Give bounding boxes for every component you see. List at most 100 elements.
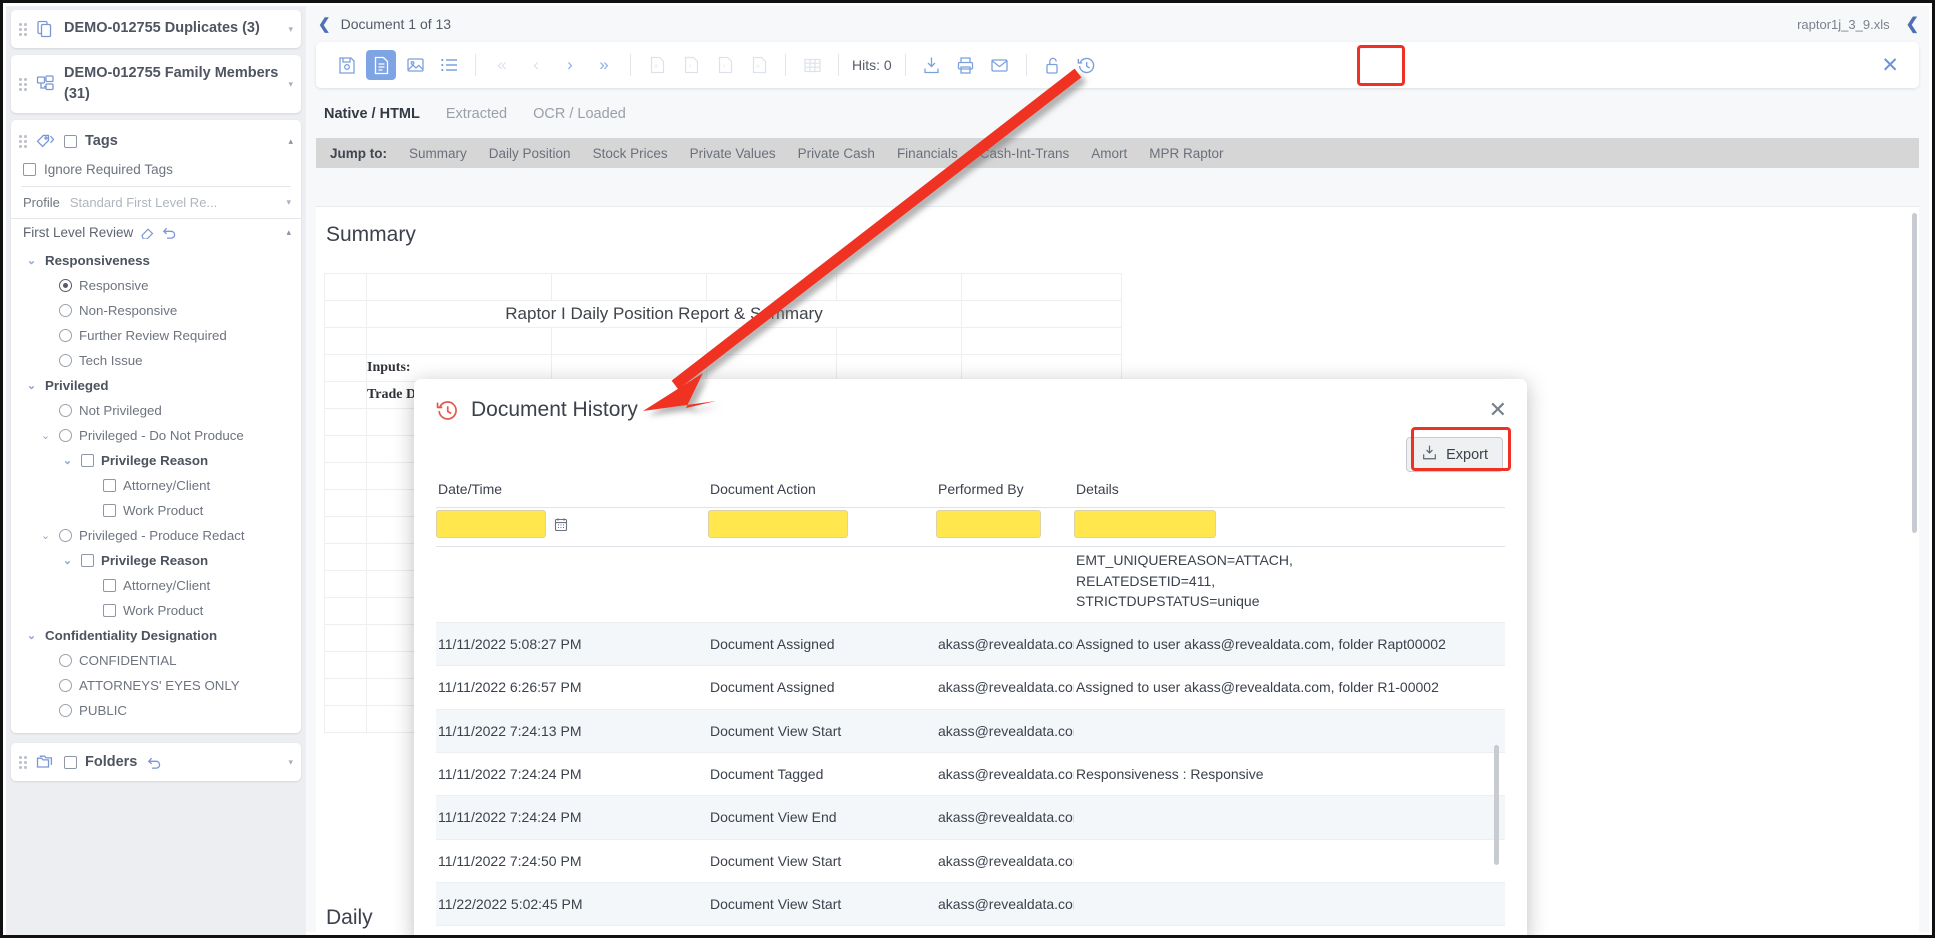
collapse-right-panel-icon[interactable]: ❮ [1906,14,1929,34]
history-row[interactable]: 11/11/2022 7:24:24 PMDocument Taggedakas… [436,753,1505,796]
tag-tree-item[interactable]: ⌄Privileged - Do Not Produce [17,423,295,448]
tag-tree-item[interactable]: ·ATTORNEYS' EYES ONLY [17,673,295,698]
history-scrollbar[interactable] [1494,745,1499,865]
back-chevron-icon[interactable]: ❮ [318,15,331,33]
jump-link-stock-prices[interactable]: Stock Prices [593,146,668,161]
tag-radio[interactable] [59,704,72,717]
tags-checkbox[interactable] [64,135,77,148]
chevron-down-icon[interactable]: ⌄ [25,629,38,642]
history-row[interactable]: 11/11/2022 7:24:24 PMDocument View Endak… [436,796,1505,839]
chevron-up-icon[interactable]: ▴ [277,227,291,238]
chevron-down-icon[interactable]: ⌄ [61,454,74,467]
jump-link-amort[interactable]: Amort [1091,146,1127,161]
history-row[interactable]: 11/11/2022 6:26:57 PMDocument Assignedak… [436,666,1505,709]
tag-tree-item[interactable]: ·Responsive [17,273,295,298]
tab-native-html[interactable]: Native / HTML [324,106,420,122]
next-page-button[interactable]: › [710,50,740,80]
history-icon[interactable] [1072,50,1102,80]
tag-tree-item[interactable]: ⌄Privileged - Produce Redact [17,523,295,548]
close-icon[interactable]: ✕ [1489,397,1507,423]
first-page-button[interactable]: « [642,50,672,80]
chevron-down-icon[interactable]: ▾ [279,757,293,768]
ignore-required-tags-row[interactable]: Ignore Required Tags [11,158,301,186]
filter-performed-by-input[interactable] [936,510,1041,538]
eraser-icon[interactable] [140,226,155,239]
tag-checkbox[interactable] [103,604,116,617]
jump-link-summary[interactable]: Summary [409,146,467,161]
save-document-icon[interactable] [332,50,362,80]
profile-row[interactable]: Profile Standard First Level Re... ▾ [11,187,301,218]
email-icon[interactable] [985,50,1015,80]
download-icon[interactable] [917,50,947,80]
jump-link-private-values[interactable]: Private Values [690,146,776,161]
tag-tree-item[interactable]: ·Work Product [17,598,295,623]
column-header-date-time[interactable]: Date/Time [436,475,708,503]
jump-link-cash-int-trans[interactable]: Cash-Int-Trans [980,146,1070,161]
last-page-button[interactable]: » [744,50,774,80]
tag-tree-item[interactable]: ·Attorney/Client [17,573,295,598]
tag-tree-item[interactable]: ⌄Privileged [17,373,295,398]
history-row[interactable]: EMT_ISUNIQUE=true,EMT_UNIQUEREASON=ATTAC… [436,553,1505,623]
previous-document-button[interactable]: ‹ [521,50,551,80]
tag-radio[interactable] [59,404,72,417]
folders-checkbox[interactable] [64,756,77,769]
tag-checkbox[interactable] [103,479,116,492]
tag-tree-item[interactable]: ·Non-Responsive [17,298,295,323]
tag-radio[interactable] [59,429,72,442]
panel-duplicates[interactable]: DEMO-012755 Duplicates (3) ▾ [11,10,301,48]
tag-tree-item[interactable]: ·Tech Issue [17,348,295,373]
history-row[interactable]: 11/11/2022 7:24:13 PMDocument View Start… [436,710,1505,753]
column-header-performed-by[interactable]: Performed By [936,475,1074,503]
chevron-down-icon[interactable]: ⌄ [61,554,74,567]
previous-page-button[interactable]: ‹ [676,50,706,80]
chevron-down-icon[interactable]: ▾ [279,79,293,90]
tag-checkbox[interactable] [81,454,94,467]
tag-tree-item[interactable]: ·Further Review Required [17,323,295,348]
drag-handle-icon[interactable] [19,134,29,148]
undo-icon[interactable] [147,756,162,769]
undo-icon[interactable] [162,226,177,239]
jump-link-mpr-raptor[interactable]: MPR Raptor [1149,146,1223,161]
tag-tree-item[interactable]: ·Not Privileged [17,398,295,423]
chevron-down-icon[interactable]: ⌄ [25,254,38,267]
document-scrollbar[interactable] [1912,213,1917,533]
profile-value[interactable]: Standard First Level Re... [70,195,267,210]
tag-radio[interactable] [59,304,72,317]
tag-radio[interactable] [59,354,72,367]
chevron-down-icon[interactable]: ⌄ [39,529,52,542]
tag-radio[interactable] [59,654,72,667]
list-view-icon[interactable] [434,50,464,80]
panel-folders[interactable]: Folders ▾ [11,743,301,781]
ignore-required-tags-checkbox[interactable] [23,163,36,176]
tag-radio[interactable] [59,529,72,542]
filter-document-action-input[interactable] [708,510,848,538]
history-row[interactable]: 11/11/2022 5:08:27 PMDocument Assignedak… [436,623,1505,666]
export-button[interactable]: Export [1406,437,1503,472]
image-view-icon[interactable] [400,50,430,80]
panel-family-members[interactable]: DEMO-012755 Family Members (31) ▾ [11,55,301,113]
drag-handle-icon[interactable] [19,77,29,91]
print-icon[interactable] [951,50,981,80]
drag-handle-icon[interactable] [19,22,29,36]
tag-tree-item[interactable]: ⌄Privilege Reason [17,548,295,573]
tab-ocr-loaded[interactable]: OCR / Loaded [533,106,626,122]
tag-tree-item[interactable]: ·Work Product [17,498,295,523]
last-document-button[interactable]: » [589,50,619,80]
tag-tree-item[interactable]: ·PUBLIC [17,698,295,723]
tab-extracted[interactable]: Extracted [446,106,507,122]
calendar-icon[interactable] [554,517,568,532]
tag-tree-item[interactable]: ⌄Confidentiality Designation [17,623,295,648]
tag-tree-item[interactable]: ·CONFIDENTIAL [17,648,295,673]
tag-checkbox[interactable] [81,554,94,567]
chevron-up-icon[interactable]: ▴ [279,136,293,147]
column-header-details[interactable]: Details [1074,475,1505,503]
chevron-down-icon[interactable]: ▾ [279,24,293,35]
filter-details-input[interactable] [1074,510,1216,538]
grid-icon[interactable] [797,50,827,80]
tag-tree-item[interactable]: ⌄Responsiveness [17,248,295,273]
history-table-body[interactable]: EMT_ISUNIQUE=true,EMT_UNIQUEREASON=ATTAC… [436,553,1505,938]
tag-tree-item[interactable]: ·Attorney/Client [17,473,295,498]
jump-link-financials[interactable]: Financials [897,146,958,161]
native-view-icon[interactable] [366,50,396,80]
tag-tree-item[interactable]: ⌄Privilege Reason [17,448,295,473]
